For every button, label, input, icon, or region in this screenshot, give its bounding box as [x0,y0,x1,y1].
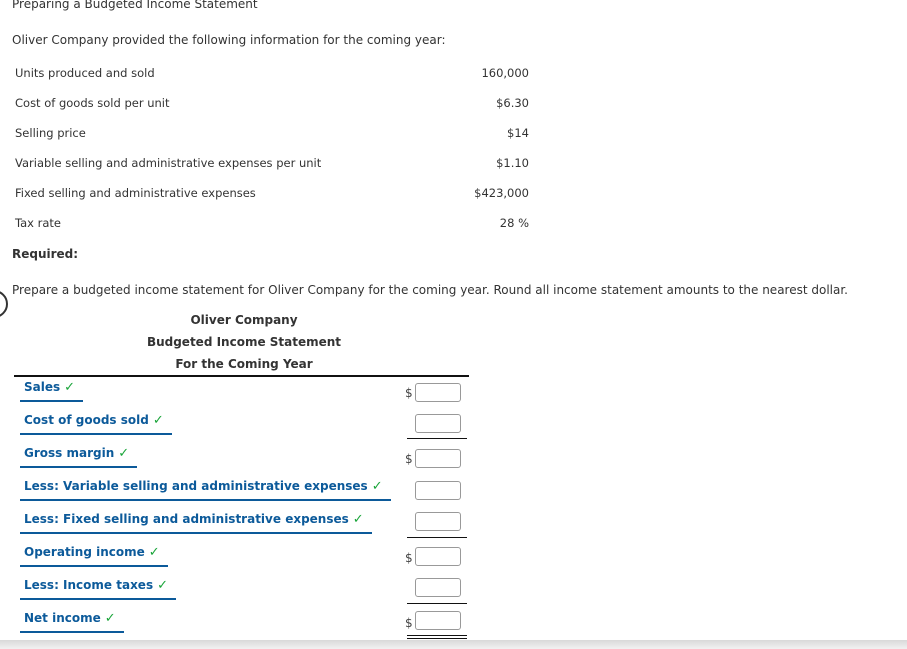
info-value: $1.10 [496,156,529,170]
intro-text: Oliver Company provided the following in… [12,33,446,47]
row-label-text: Less: Variable selling and administrativ… [24,479,368,493]
required-heading: Required: [12,247,79,261]
check-icon: ✓ [371,479,383,494]
header-divider [14,375,469,377]
cogs-amount-input[interactable] [415,414,461,433]
dollar-sign: $ [405,616,413,630]
row-label-sales[interactable]: Sales ✓ [20,378,84,402]
row-label-text: Sales [24,380,61,394]
operating-income-amount-input[interactable] [415,547,461,566]
subtotal-rule [407,438,467,439]
check-icon: ✓ [152,413,164,428]
income-taxes-amount-input[interactable] [415,578,461,597]
check-icon: ✓ [64,380,76,395]
row-label-text: Cost of goods sold [24,413,149,427]
info-label: Tax rate [15,216,61,230]
check-icon: ✓ [118,446,130,461]
info-value: 160,000 [481,66,529,80]
info-label: Units produced and sold [15,66,155,80]
dollar-sign: $ [405,386,413,400]
check-icon: ✓ [148,545,160,560]
row-label-text: Less: Income taxes [24,578,154,592]
check-icon: ✓ [352,512,364,527]
variable-sa-amount-input[interactable] [415,481,461,500]
info-label: Selling price [15,126,86,140]
row-label-text: Less: Fixed selling and administrative e… [24,512,349,526]
subtotal-rule [407,537,467,538]
total-double-rule [407,635,467,639]
bottom-toolbar-edge [0,640,907,649]
info-value: $14 [507,126,529,140]
check-icon: ✓ [104,611,116,626]
info-label: Cost of goods sold per unit [15,96,170,110]
row-label-text: Net income [24,611,101,625]
row-label-operating-income[interactable]: Operating income ✓ [20,543,168,567]
row-label-text: Operating income [24,545,145,559]
gross-margin-amount-input[interactable] [415,449,461,468]
info-value: $423,000 [474,186,529,200]
info-value: 28 % [499,216,529,230]
net-income-amount-input[interactable] [415,611,461,630]
subtotal-rule [407,603,467,604]
dollar-sign: $ [405,551,413,565]
info-value: $6.30 [496,96,529,110]
row-label-income-taxes[interactable]: Less: Income taxes ✓ [20,576,176,600]
row-label-variable-sa-expenses[interactable]: Less: Variable selling and administrativ… [20,477,391,501]
row-label-fixed-sa-expenses[interactable]: Less: Fixed selling and administrative e… [20,510,372,534]
statement-company: Oliver Company [190,313,298,327]
instructions-text: Prepare a budgeted income statement for … [12,283,848,297]
row-label-text: Gross margin [24,446,115,460]
info-label: Fixed selling and administrative expense… [15,186,256,200]
dollar-sign: $ [405,452,413,466]
check-icon: ✓ [157,578,168,593]
page-title: Preparing a Budgeted Income Statement [12,0,258,11]
statement-period: For the Coming Year [175,357,313,371]
sales-amount-input[interactable] [415,383,461,402]
row-label-cost-of-goods-sold[interactable]: Cost of goods sold ✓ [20,411,172,435]
row-label-gross-margin[interactable]: Gross margin ✓ [20,444,138,468]
info-label: Variable selling and administrative expe… [15,156,322,170]
statement-title: Budgeted Income Statement [146,335,342,349]
row-label-net-income[interactable]: Net income ✓ [20,609,124,633]
fixed-sa-amount-input[interactable] [415,512,461,531]
